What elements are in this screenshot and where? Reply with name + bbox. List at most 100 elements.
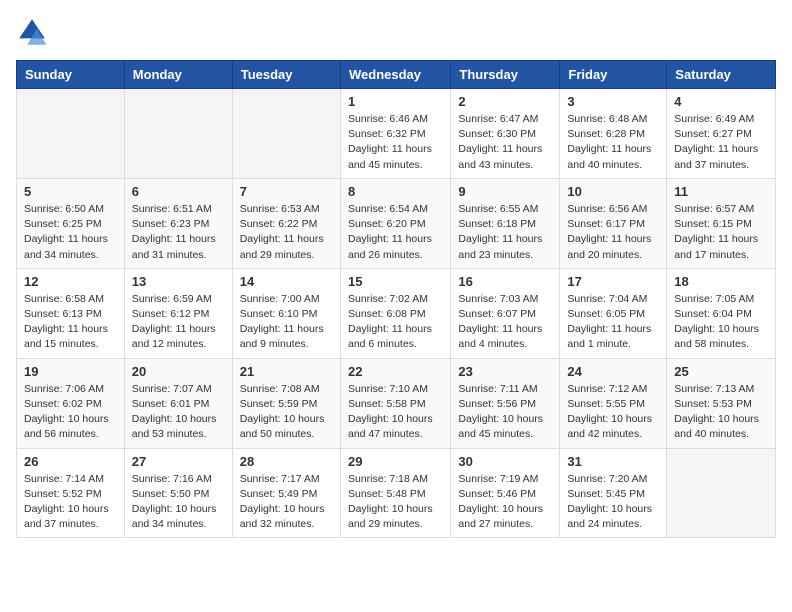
calendar-cell: 30 Sunrise: 7:19 AM Sunset: 5:46 PM Dayli… xyxy=(451,448,560,538)
day-info: Sunrise: 7:16 AM Sunset: 5:50 PM Dayligh… xyxy=(132,472,225,533)
day-info: Sunrise: 7:06 AM Sunset: 6:02 PM Dayligh… xyxy=(24,382,117,443)
day-info: Sunrise: 6:59 AM Sunset: 6:12 PM Dayligh… xyxy=(132,292,225,353)
day-info: Sunrise: 6:58 AM Sunset: 6:13 PM Dayligh… xyxy=(24,292,117,353)
day-info: Sunrise: 7:18 AM Sunset: 5:48 PM Dayligh… xyxy=(348,472,443,533)
logo xyxy=(16,16,52,48)
calendar-cell: 4 Sunrise: 6:49 AM Sunset: 6:27 PM Daylig… xyxy=(667,89,776,179)
calendar-week-row: 1 Sunrise: 6:46 AM Sunset: 6:32 PM Daylig… xyxy=(17,89,776,179)
day-info: Sunrise: 7:13 AM Sunset: 5:53 PM Dayligh… xyxy=(674,382,768,443)
calendar-cell: 17 Sunrise: 7:04 AM Sunset: 6:05 PM Dayli… xyxy=(560,268,667,358)
day-info: Sunrise: 7:08 AM Sunset: 5:59 PM Dayligh… xyxy=(240,382,333,443)
day-number: 10 xyxy=(567,184,659,199)
day-info: Sunrise: 6:55 AM Sunset: 6:18 PM Dayligh… xyxy=(458,202,552,263)
day-info: Sunrise: 7:11 AM Sunset: 5:56 PM Dayligh… xyxy=(458,382,552,443)
calendar-week-row: 19Sunrise: 7:06 AM Sunset: 6:02 PM Dayli… xyxy=(17,358,776,448)
calendar-cell: 8Sunrise: 6:54 AM Sunset: 6:20 PM Daylig… xyxy=(340,178,450,268)
calendar-cell: 2Sunrise: 6:47 AM Sunset: 6:30 PM Daylig… xyxy=(451,89,560,179)
day-number: 5 xyxy=(24,184,117,199)
day-number: 21 xyxy=(240,364,333,379)
day-number: 26 xyxy=(24,454,117,469)
calendar-week-row: 26 Sunrise: 7:14 AM Sunset: 5:52 PM Dayli… xyxy=(17,448,776,538)
day-info: Sunrise: 7:10 AM Sunset: 5:58 PM Dayligh… xyxy=(348,382,443,443)
day-number: 28 xyxy=(240,454,333,469)
day-info: Sunrise: 7:20 AM Sunset: 5:45 PM Dayligh… xyxy=(567,472,659,533)
calendar-cell xyxy=(17,89,125,179)
calendar-cell: 16 Sunrise: 7:03 AM Sunset: 6:07 PM Dayli… xyxy=(451,268,560,358)
calendar-cell xyxy=(124,89,232,179)
calendar-cell: 28 Sunrise: 7:17 AM Sunset: 5:49 PM Dayli… xyxy=(232,448,340,538)
day-info: Sunrise: 6:49 AM Sunset: 6:27 PM Dayligh… xyxy=(674,112,768,173)
day-number: 30 xyxy=(458,454,552,469)
calendar-cell: 21 Sunrise: 7:08 AM Sunset: 5:59 PM Dayli… xyxy=(232,358,340,448)
day-info: Sunrise: 7:12 AM Sunset: 5:55 PM Dayligh… xyxy=(567,382,659,443)
day-info: Sunrise: 6:57 AM Sunset: 6:15 PM Dayligh… xyxy=(674,202,768,263)
day-number: 1 xyxy=(348,94,443,109)
day-info: Sunrise: 7:03 AM Sunset: 6:07 PM Dayligh… xyxy=(458,292,552,353)
calendar-cell: 19Sunrise: 7:06 AM Sunset: 6:02 PM Dayli… xyxy=(17,358,125,448)
day-info: Sunrise: 6:54 AM Sunset: 6:20 PM Dayligh… xyxy=(348,202,443,263)
calendar-cell: 6 Sunrise: 6:51 AM Sunset: 6:23 PM Daylig… xyxy=(124,178,232,268)
day-info: Sunrise: 6:48 AM Sunset: 6:28 PM Dayligh… xyxy=(567,112,659,173)
calendar-table: SundayMondayTuesdayWednesdayThursdayFrid… xyxy=(16,60,776,538)
calendar-cell: 1 Sunrise: 6:46 AM Sunset: 6:32 PM Daylig… xyxy=(340,89,450,179)
calendar-cell: 26 Sunrise: 7:14 AM Sunset: 5:52 PM Dayli… xyxy=(17,448,125,538)
day-number: 24 xyxy=(567,364,659,379)
day-number: 11 xyxy=(674,184,768,199)
day-info: Sunrise: 7:02 AM Sunset: 6:08 PM Dayligh… xyxy=(348,292,443,353)
day-number: 3 xyxy=(567,94,659,109)
day-info: Sunrise: 7:19 AM Sunset: 5:46 PM Dayligh… xyxy=(458,472,552,533)
day-info: Sunrise: 6:53 AM Sunset: 6:22 PM Dayligh… xyxy=(240,202,333,263)
day-number: 9 xyxy=(458,184,552,199)
day-number: 16 xyxy=(458,274,552,289)
day-info: Sunrise: 6:51 AM Sunset: 6:23 PM Dayligh… xyxy=(132,202,225,263)
day-number: 31 xyxy=(567,454,659,469)
calendar-cell xyxy=(232,89,340,179)
calendar-cell: 15 Sunrise: 7:02 AM Sunset: 6:08 PM Dayli… xyxy=(340,268,450,358)
calendar-cell: 7 Sunrise: 6:53 AM Sunset: 6:22 PM Daylig… xyxy=(232,178,340,268)
day-header-sunday: Sunday xyxy=(17,61,125,89)
day-info: Sunrise: 6:46 AM Sunset: 6:32 PM Dayligh… xyxy=(348,112,443,173)
calendar-week-row: 12 Sunrise: 6:58 AM Sunset: 6:13 PM Dayli… xyxy=(17,268,776,358)
day-header-monday: Monday xyxy=(124,61,232,89)
calendar-cell: 9 Sunrise: 6:55 AM Sunset: 6:18 PM Daylig… xyxy=(451,178,560,268)
day-number: 4 xyxy=(674,94,768,109)
calendar-cell: 27 Sunrise: 7:16 AM Sunset: 5:50 PM Dayli… xyxy=(124,448,232,538)
day-number: 15 xyxy=(348,274,443,289)
day-number: 25 xyxy=(674,364,768,379)
calendar-cell: 24 Sunrise: 7:12 AM Sunset: 5:55 PM Dayli… xyxy=(560,358,667,448)
day-info: Sunrise: 7:17 AM Sunset: 5:49 PM Dayligh… xyxy=(240,472,333,533)
calendar-cell: 3 Sunrise: 6:48 AM Sunset: 6:28 PM Daylig… xyxy=(560,89,667,179)
calendar-cell: 5 Sunrise: 6:50 AM Sunset: 6:25 PM Daylig… xyxy=(17,178,125,268)
calendar-cell: 31 Sunrise: 7:20 AM Sunset: 5:45 PM Dayli… xyxy=(560,448,667,538)
calendar-cell: 25 Sunrise: 7:13 AM Sunset: 5:53 PM Dayli… xyxy=(667,358,776,448)
calendar-week-row: 5 Sunrise: 6:50 AM Sunset: 6:25 PM Daylig… xyxy=(17,178,776,268)
day-info: Sunrise: 6:56 AM Sunset: 6:17 PM Dayligh… xyxy=(567,202,659,263)
calendar-cell: 29Sunrise: 7:18 AM Sunset: 5:48 PM Dayli… xyxy=(340,448,450,538)
calendar-cell: 20Sunrise: 7:07 AM Sunset: 6:01 PM Dayli… xyxy=(124,358,232,448)
calendar-cell: 11 Sunrise: 6:57 AM Sunset: 6:15 PM Dayli… xyxy=(667,178,776,268)
day-number: 17 xyxy=(567,274,659,289)
day-number: 13 xyxy=(132,274,225,289)
day-header-thursday: Thursday xyxy=(451,61,560,89)
day-info: Sunrise: 7:14 AM Sunset: 5:52 PM Dayligh… xyxy=(24,472,117,533)
day-number: 22 xyxy=(348,364,443,379)
calendar-cell: 23Sunrise: 7:11 AM Sunset: 5:56 PM Dayli… xyxy=(451,358,560,448)
calendar-cell xyxy=(667,448,776,538)
calendar-cell: 13 Sunrise: 6:59 AM Sunset: 6:12 PM Dayli… xyxy=(124,268,232,358)
day-number: 6 xyxy=(132,184,225,199)
day-number: 2 xyxy=(458,94,552,109)
calendar-cell: 14Sunrise: 7:00 AM Sunset: 6:10 PM Dayli… xyxy=(232,268,340,358)
logo-icon xyxy=(16,16,48,48)
day-number: 27 xyxy=(132,454,225,469)
day-number: 7 xyxy=(240,184,333,199)
calendar-cell: 10 Sunrise: 6:56 AM Sunset: 6:17 PM Dayli… xyxy=(560,178,667,268)
day-info: Sunrise: 7:04 AM Sunset: 6:05 PM Dayligh… xyxy=(567,292,659,353)
day-header-saturday: Saturday xyxy=(667,61,776,89)
calendar-cell: 22 Sunrise: 7:10 AM Sunset: 5:58 PM Dayli… xyxy=(340,358,450,448)
day-number: 12 xyxy=(24,274,117,289)
day-info: Sunrise: 7:05 AM Sunset: 6:04 PM Dayligh… xyxy=(674,292,768,353)
day-info: Sunrise: 6:50 AM Sunset: 6:25 PM Dayligh… xyxy=(24,202,117,263)
day-header-friday: Friday xyxy=(560,61,667,89)
calendar-cell: 12 Sunrise: 6:58 AM Sunset: 6:13 PM Dayli… xyxy=(17,268,125,358)
day-info: Sunrise: 7:07 AM Sunset: 6:01 PM Dayligh… xyxy=(132,382,225,443)
